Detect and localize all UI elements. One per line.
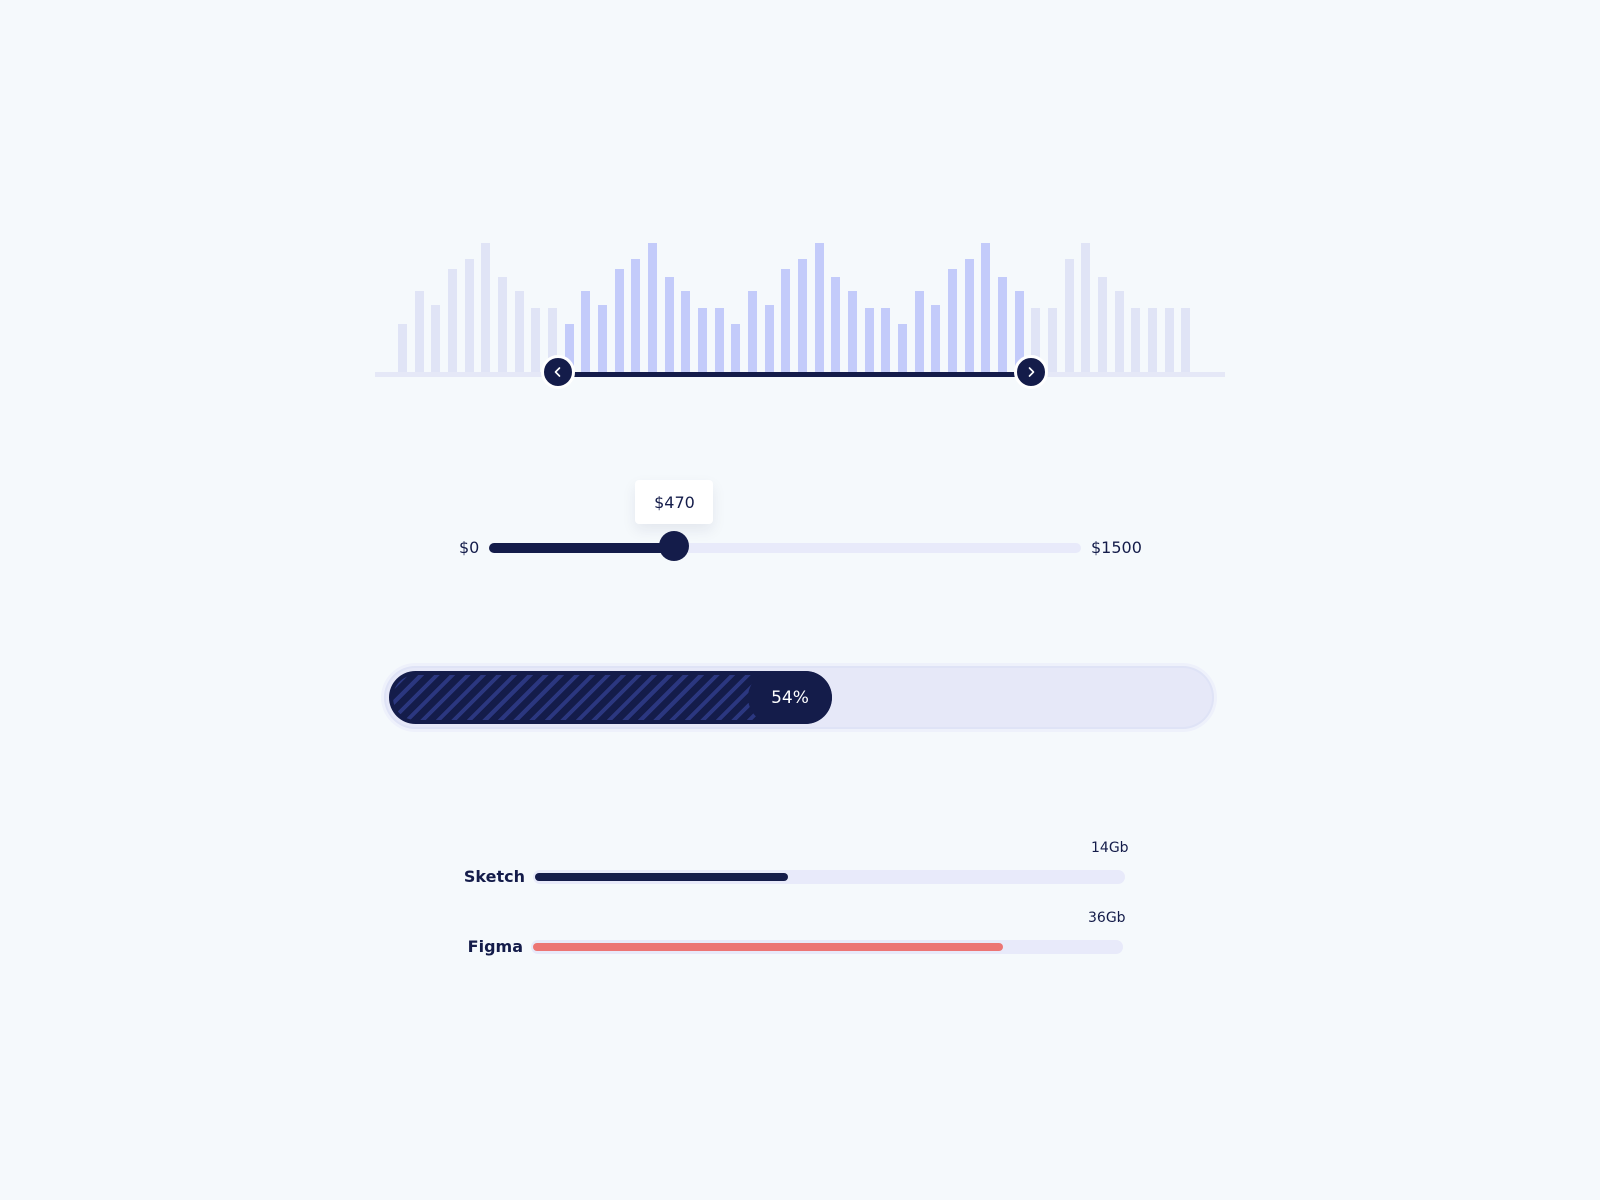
- histogram-bar: [431, 305, 441, 373]
- histogram-bar: [614, 269, 624, 373]
- histogram-bar: [664, 277, 674, 373]
- histogram-bar: [1181, 308, 1191, 373]
- histogram-bar: [648, 243, 657, 373]
- histogram-bar: [1148, 308, 1157, 373]
- histogram-bar: [531, 308, 541, 373]
- histogram-bar: [481, 243, 491, 373]
- histogram-bar: [681, 291, 691, 373]
- storage-app-name: Figma: [467, 937, 523, 956]
- storage-fill: [533, 943, 1003, 951]
- histogram-bar: [414, 291, 424, 373]
- histogram-bar: [1114, 291, 1124, 373]
- storage-usage: Sketch 14Gb Figma 36Gb: [440, 840, 1140, 970]
- histogram-bar: [1098, 277, 1107, 373]
- histogram-bar: [514, 291, 524, 373]
- histogram-bar: [998, 277, 1007, 373]
- histogram-bar: [898, 324, 907, 373]
- histogram-bar: [498, 277, 507, 373]
- histogram-bar: [464, 259, 474, 373]
- progress-bar: 54%: [384, 666, 1214, 729]
- histogram-bar: [1164, 308, 1174, 373]
- histogram-bar: [598, 305, 607, 373]
- histogram-bar: [848, 291, 857, 373]
- histogram-bar: [1064, 259, 1074, 373]
- histogram-bar: [781, 269, 791, 373]
- histogram-bar: [864, 308, 874, 373]
- histogram-bar: [931, 305, 941, 373]
- histogram-bar: [714, 308, 724, 373]
- histogram-bar: [881, 308, 891, 373]
- histogram-bar: [448, 269, 457, 373]
- storage-size-label: 14Gb: [1091, 840, 1129, 856]
- histogram-bar: [814, 243, 824, 373]
- histogram-bar: [1048, 308, 1057, 373]
- storage-row-figma: Figma 36Gb: [440, 910, 1140, 960]
- progress-stripes: [393, 675, 762, 720]
- histogram-bar: [731, 324, 741, 373]
- price-value-tooltip: $470: [635, 480, 714, 524]
- price-slider-thumb[interactable]: [659, 531, 690, 561]
- histogram-bar: [698, 308, 707, 373]
- storage-size-label: 36Gb: [1088, 910, 1126, 926]
- histogram-bar: [914, 291, 924, 373]
- histogram-bar: [831, 277, 841, 373]
- range-end-handle[interactable]: [1014, 355, 1048, 389]
- histogram-bar: [1081, 243, 1091, 373]
- price-min-label: $0: [459, 538, 480, 557]
- histogram-bar: [581, 291, 591, 373]
- storage-fill: [535, 873, 788, 881]
- range-start-handle[interactable]: [541, 355, 575, 389]
- histogram-bar: [764, 305, 774, 373]
- progress-percent-label: 54%: [748, 671, 832, 724]
- histogram-bar: [981, 243, 991, 373]
- histogram-bars: [398, 230, 1198, 373]
- histogram-bar: [398, 324, 407, 373]
- chevron-left-icon: [554, 367, 561, 377]
- histogram-bar: [948, 269, 957, 373]
- histogram-bar: [631, 259, 641, 373]
- histogram-bar: [798, 259, 807, 373]
- storage-track: [531, 940, 1123, 954]
- histogram-range-slider: [375, 230, 1225, 410]
- histogram-bar: [964, 259, 974, 373]
- price-max-label: $1500: [1091, 538, 1142, 557]
- histogram-bar: [1131, 308, 1141, 373]
- storage-row-sketch: Sketch 14Gb: [440, 840, 1140, 890]
- histogram-selected-range: [558, 372, 1031, 377]
- price-slider-track[interactable]: [489, 543, 1081, 553]
- storage-track: [533, 870, 1125, 884]
- histogram-bar: [748, 291, 757, 373]
- storage-app-name: Sketch: [463, 867, 525, 886]
- chevron-right-icon: [1028, 367, 1035, 377]
- progress-bar-fill: 54%: [389, 671, 832, 724]
- price-slider: $470 $0 $1500: [440, 480, 1160, 580]
- price-slider-fill: [489, 543, 675, 553]
